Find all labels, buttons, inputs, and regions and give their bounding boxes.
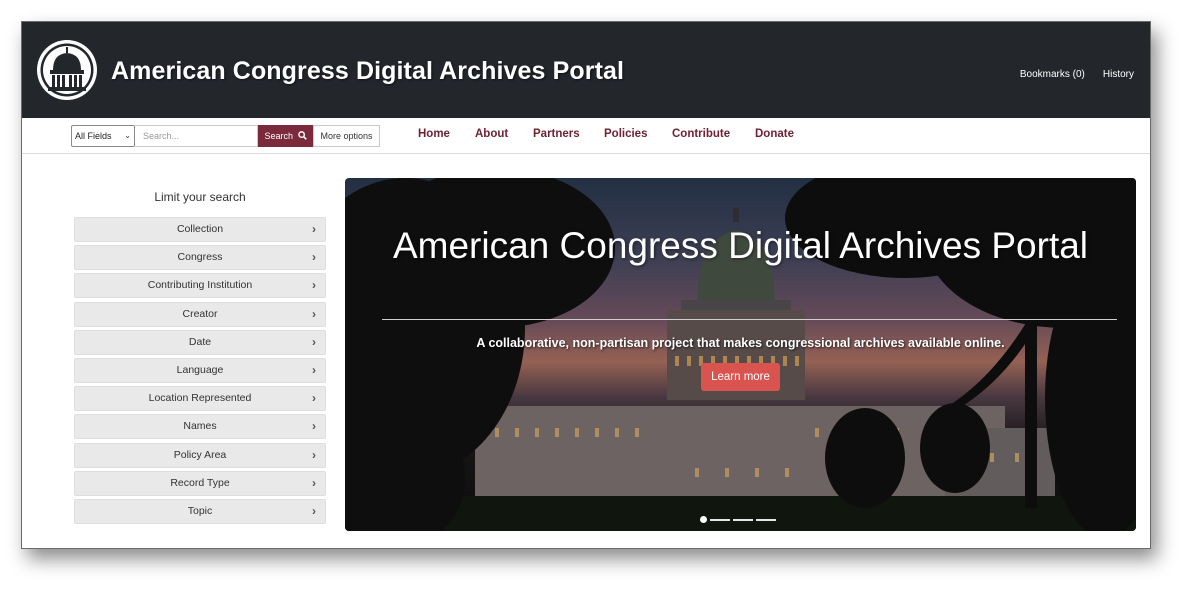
nav-donate[interactable]: Donate <box>755 128 794 140</box>
facet-label: Topic <box>187 504 213 517</box>
hero-carousel[interactable]: American Congress Digital Archives Porta… <box>345 178 1136 531</box>
more-options-button[interactable]: More options <box>313 125 380 147</box>
chevron-right-icon: › <box>312 362 316 377</box>
nav-policies[interactable]: Policies <box>604 128 672 140</box>
facet-list: Collection › Congress › Contributing Insti… <box>74 217 326 527</box>
history-link[interactable]: History <box>1103 69 1134 80</box>
facet-topic[interactable]: Topic › <box>74 498 326 524</box>
chevron-right-icon: › <box>312 306 316 321</box>
nav-home[interactable]: Home <box>418 128 475 140</box>
facet-policy-area[interactable]: Policy Area › <box>74 442 326 468</box>
facet-label: Policy Area <box>173 448 227 461</box>
facet-names[interactable]: Names › <box>74 414 326 440</box>
nav-about[interactable]: About <box>475 128 533 140</box>
nav-partners[interactable]: Partners <box>533 128 604 140</box>
chevron-down-icon: ⌄ <box>124 131 131 140</box>
facet-label: Contributing Institution <box>147 279 253 292</box>
browser-page: American Congress Digital Archives Porta… <box>21 21 1151 549</box>
facet-label: Date <box>188 335 212 348</box>
bookmarks-link[interactable]: Bookmarks (0) <box>1020 69 1085 80</box>
search-field-select[interactable]: All Fields ⌄ <box>71 125 135 147</box>
site-header: American Congress Digital Archives Porta… <box>22 22 1150 118</box>
chevron-right-icon: › <box>312 334 316 349</box>
capitol-dome-icon[interactable] <box>35 38 99 102</box>
facet-label: Collection <box>176 223 224 235</box>
facet-label: Names <box>183 420 217 433</box>
search-button[interactable]: Search <box>258 125 313 147</box>
hero-divider <box>382 319 1117 320</box>
chevron-right-icon: › <box>312 447 316 462</box>
carousel-indicator-3[interactable] <box>733 518 753 521</box>
search-icon <box>297 131 307 140</box>
chevron-right-icon: › <box>312 278 316 293</box>
search-button-label: Search <box>264 131 293 141</box>
facet-label: Language <box>176 363 224 376</box>
facet-contributing-institution[interactable]: Contributing Institution › <box>74 273 326 299</box>
main-nav: Home About Partners Policies Contribute … <box>418 128 794 140</box>
facet-record-type[interactable]: Record Type › <box>74 470 326 496</box>
learn-more-button[interactable]: Learn more <box>701 363 780 391</box>
facet-collection[interactable]: Collection › <box>74 217 326 242</box>
header-links: Bookmarks (0) History <box>1020 69 1134 80</box>
facet-label: Creator <box>182 307 218 320</box>
nav-contribute[interactable]: Contribute <box>672 128 755 140</box>
chevron-right-icon: › <box>312 503 316 518</box>
carousel-indicator-4[interactable] <box>756 518 776 521</box>
facet-congress[interactable]: Congress › <box>74 245 326 271</box>
facet-label: Congress <box>177 251 223 264</box>
search-nav-bar: All Fields ⌄ Search... Search More optio… <box>22 118 1150 154</box>
carousel-indicator-2[interactable] <box>710 518 730 521</box>
chevron-right-icon: › <box>312 391 316 406</box>
chevron-right-icon: › <box>312 250 316 265</box>
site-title[interactable]: American Congress Digital Archives Porta… <box>111 57 624 86</box>
carousel-indicator-1[interactable] <box>700 516 707 523</box>
hero-title: American Congress Digital Archives Porta… <box>392 225 1089 266</box>
facet-location-represented[interactable]: Location Represented › <box>74 386 326 412</box>
chevron-right-icon: › <box>312 475 316 490</box>
hero-subtitle: A collaborative, non-partisan project th… <box>476 336 1005 350</box>
facet-label: Location Represented <box>148 392 252 405</box>
search-field-value: All Fields <box>75 131 112 141</box>
limit-search-heading: Limit your search <box>154 190 246 204</box>
carousel-indicators <box>700 516 776 523</box>
facet-creator[interactable]: Creator › <box>74 301 326 327</box>
search-input[interactable]: Search... <box>135 125 258 147</box>
facet-label: Record Type <box>170 476 230 489</box>
chevron-right-icon: › <box>312 419 316 434</box>
facet-language[interactable]: Language › <box>74 357 326 383</box>
facet-date[interactable]: Date › <box>74 329 326 355</box>
chevron-right-icon: › <box>312 222 316 236</box>
